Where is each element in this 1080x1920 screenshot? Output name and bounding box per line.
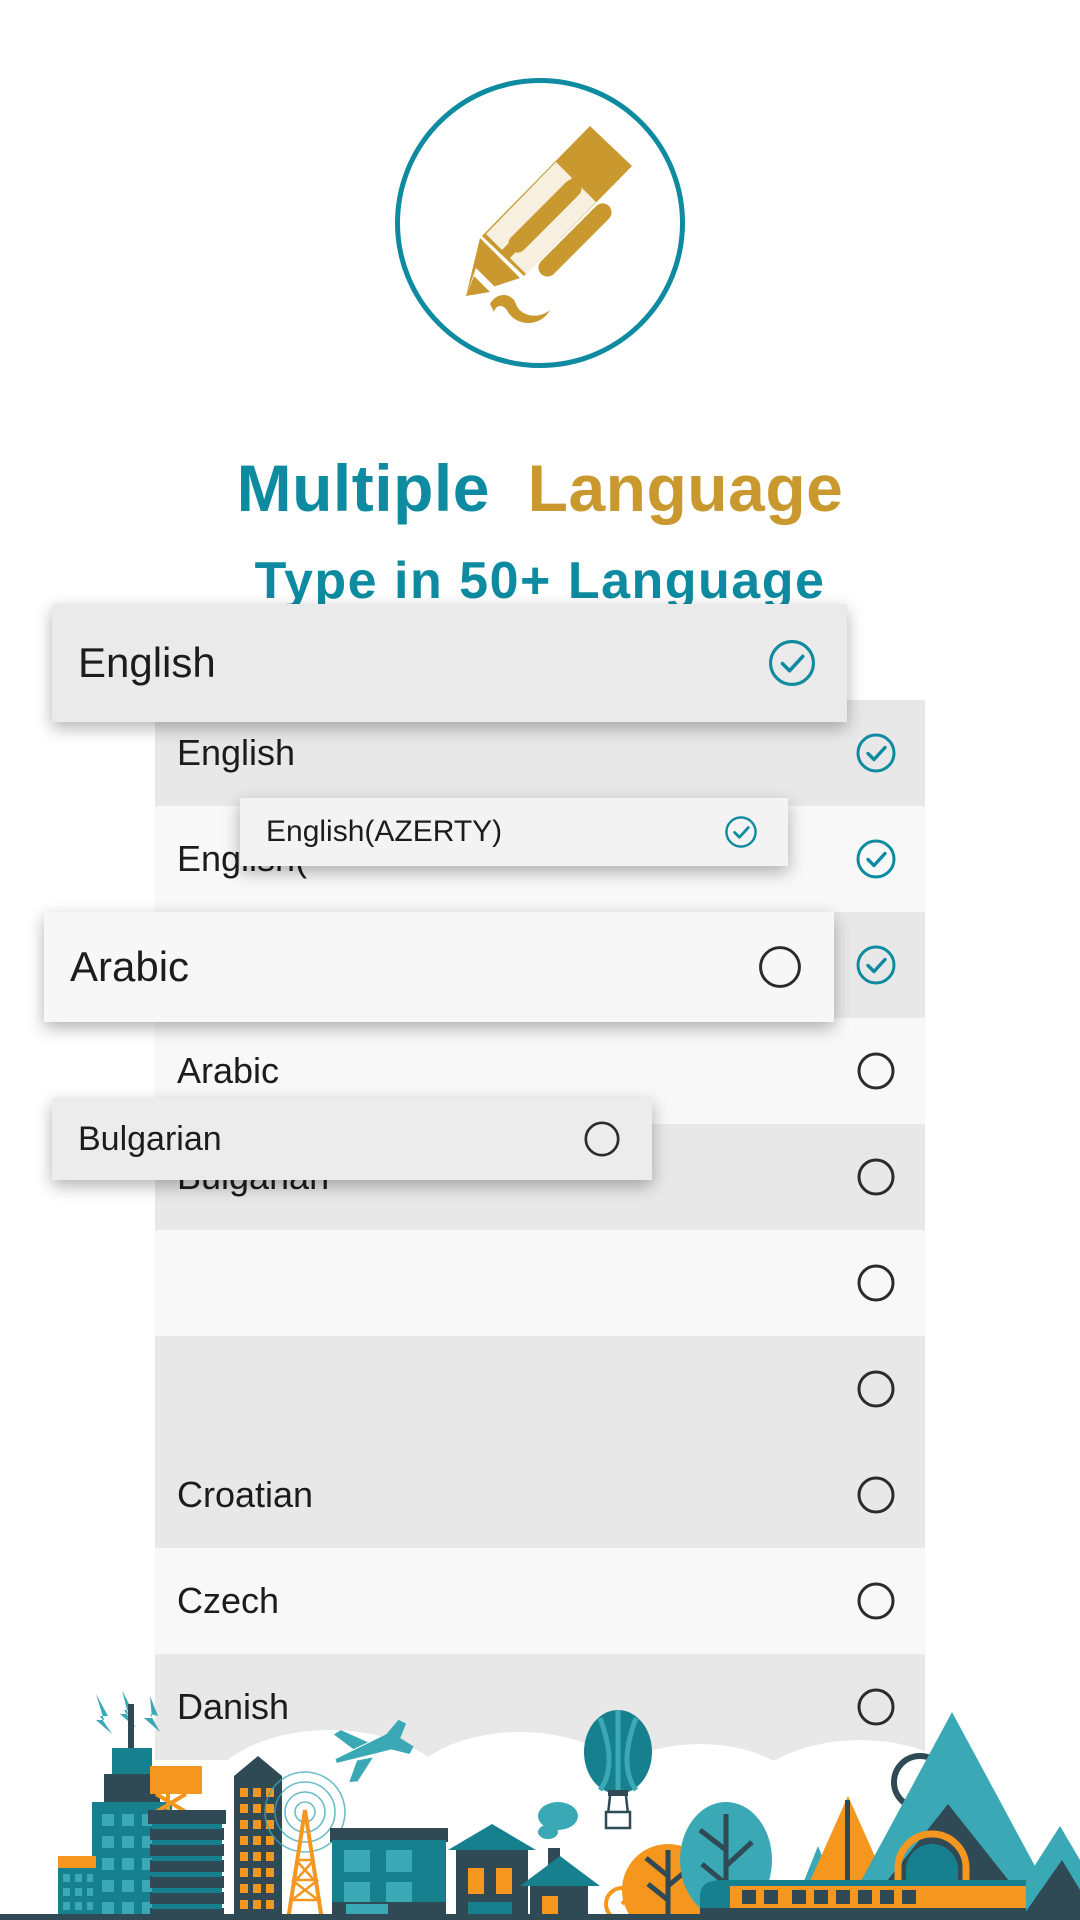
floating-card-label: English(AZERTY) (266, 815, 503, 848)
list-item[interactable] (155, 1336, 925, 1442)
radio-empty-icon[interactable] (855, 1474, 897, 1516)
radio-empty-icon[interactable] (756, 943, 804, 991)
list-item-label: English (177, 732, 296, 773)
radio-empty-icon[interactable] (855, 1262, 897, 1304)
check-circle-icon[interactable] (767, 638, 817, 688)
floating-card-label: Arabic (70, 943, 190, 990)
title-part-language: Language (527, 451, 844, 525)
title-part-multiple: Multiple (236, 451, 490, 525)
floating-card-azerty[interactable]: English(AZERTY) (240, 798, 788, 866)
page-subtitle: Type in 50+ Language (254, 552, 826, 610)
check-circle-icon[interactable] (855, 732, 897, 774)
radio-empty-icon[interactable] (855, 1686, 897, 1728)
list-item[interactable] (155, 1230, 925, 1336)
floating-card-bulgarian[interactable]: Bulgarian (52, 1098, 652, 1180)
floating-card-label: Bulgarian (78, 1119, 222, 1158)
list-item[interactable]: Danish (155, 1654, 925, 1760)
radio-empty-icon[interactable] (855, 1580, 897, 1622)
app-logo (0, 78, 1080, 368)
list-item-label: Czech (177, 1580, 280, 1621)
radio-empty-icon[interactable] (582, 1119, 622, 1159)
check-circle-icon[interactable] (724, 815, 758, 849)
list-item-label: Danish (177, 1686, 290, 1727)
list-item-label: Croatian (177, 1474, 314, 1515)
list-item[interactable]: Czech (155, 1548, 925, 1654)
floating-card-arabic[interactable]: Arabic (44, 912, 834, 1022)
list-item-label: Arabic (177, 1050, 280, 1091)
radio-empty-icon[interactable] (855, 1050, 897, 1092)
logo-ring (395, 78, 685, 368)
list-item[interactable]: Croatian (155, 1442, 925, 1548)
page-title: Multiple Language (0, 455, 1080, 521)
check-circle-icon[interactable] (855, 838, 897, 880)
language-list-area: English English( English(QWERTZ) Arabic (0, 604, 1080, 1920)
selected-language-card[interactable]: English (52, 604, 847, 722)
selected-language-label: English (78, 639, 216, 686)
radio-empty-icon[interactable] (855, 1156, 897, 1198)
app-screen: Multiple Language Type in 50+ Language E… (0, 0, 1080, 1920)
radio-empty-icon[interactable] (855, 1368, 897, 1410)
check-circle-icon[interactable] (855, 944, 897, 986)
pencil-icon (440, 118, 640, 328)
